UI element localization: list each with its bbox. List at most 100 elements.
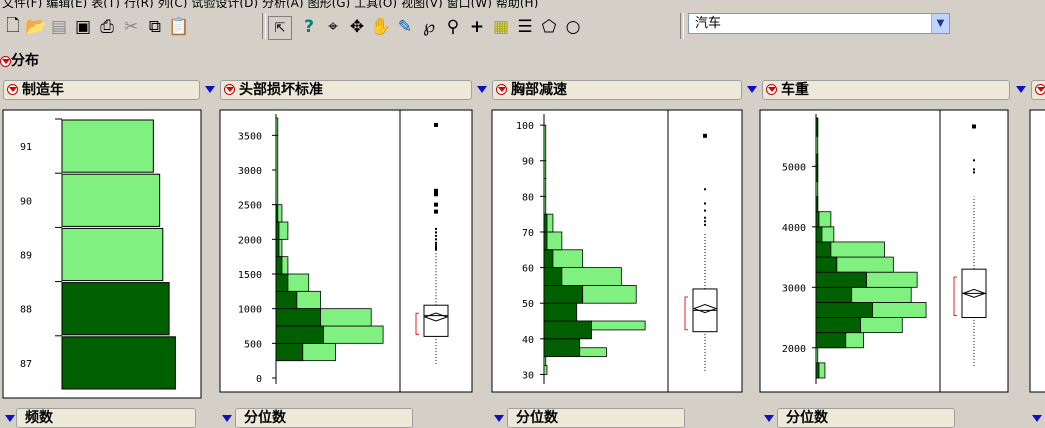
chest-decel-bar-light-1 <box>543 356 547 366</box>
chest-decel-bar-light-0 <box>543 365 548 375</box>
panel-footer-label: 频数 <box>25 410 53 426</box>
chest-decel-bar-light-13 <box>543 195 547 215</box>
weight-bar-light-1 <box>815 347 819 364</box>
head-injury-bar-dark-1 <box>275 325 324 344</box>
head-injury-tick-label: 0 <box>256 374 262 385</box>
chest-decel-tick-label: 50 <box>522 299 534 310</box>
weight-bar-dark-12 <box>815 153 819 167</box>
weight-tick-label: 4000 <box>782 223 806 234</box>
disclosure-icon[interactable] <box>1032 415 1042 422</box>
head-injury-outlier-3 <box>435 243 437 246</box>
weight-bar-dark-1 <box>815 332 847 349</box>
head-injury-tick-label: 500 <box>244 339 262 350</box>
head-injury-outlier-7 <box>435 231 437 234</box>
head-injury-bar-dark-6 <box>275 238 280 258</box>
chest-decel-outlier-4 <box>704 202 706 205</box>
weight-bar-dark-3 <box>815 302 873 318</box>
chest-decel-outlier-5 <box>704 188 706 191</box>
disclosure-icon[interactable] <box>494 415 504 422</box>
chest-decel-outlier-6 <box>703 133 707 138</box>
head-injury-outlier-13 <box>434 122 438 127</box>
weight-bar-dark-2 <box>815 317 862 334</box>
chest-decel-tick-label: 30 <box>522 370 534 381</box>
panel-footer-label: 分位数 <box>786 410 828 426</box>
head-injury-bar-dark-3 <box>275 290 298 310</box>
weight-bar-dark-5 <box>815 271 867 288</box>
chest-decel-bar-dark-4 <box>543 267 563 286</box>
head-injury-outlier-9 <box>434 209 438 214</box>
chest-decel-tick-label: 90 <box>522 157 534 168</box>
panel-footer-label: 分位数 <box>244 410 286 426</box>
chest-decel-bar-light-15 <box>543 160 547 179</box>
head-injury-tick-label: 2000 <box>238 235 262 246</box>
disclosure-icon[interactable] <box>764 415 774 422</box>
weight-bar-dark-13 <box>815 117 819 137</box>
head-injury-bar-light-10 <box>275 117 279 136</box>
weight-outlier-0 <box>973 171 975 174</box>
chest-decel-bar-dark-5 <box>543 249 554 268</box>
head-injury-tick-label: 1000 <box>238 305 262 316</box>
disclosure-icon[interactable] <box>222 415 232 422</box>
weight-tick-label: 3000 <box>782 283 806 294</box>
head-injury-bar-light-9 <box>275 134 279 206</box>
panel-footer-label: 分位数 <box>516 410 558 426</box>
chest-decel-tick-label: 40 <box>522 335 534 346</box>
tick-label-87: 87 <box>20 359 32 370</box>
bar-89 <box>61 227 164 282</box>
chest-decel-bar-dark-6 <box>543 231 548 251</box>
bar-91 <box>61 119 154 173</box>
weight-outlier-2 <box>973 159 975 162</box>
chest-decel-outlier-2 <box>704 216 706 219</box>
chest-decel-tick-label: 60 <box>522 264 534 275</box>
head-injury-tick-label: 2500 <box>238 201 262 212</box>
head-injury-bar-dark-4 <box>275 273 289 292</box>
tick-label-89: 89 <box>20 251 32 262</box>
weight-bar-dark-4 <box>815 286 853 303</box>
tick-label-88: 88 <box>20 305 32 316</box>
head-injury-tick-label: 3000 <box>238 166 262 177</box>
head-injury-outlier-11 <box>434 192 438 197</box>
disclosure-icon[interactable] <box>5 415 15 422</box>
head-injury-bar-dark-0 <box>275 342 304 362</box>
head-injury-tick-label: 1500 <box>238 270 262 281</box>
weight-bar-dark-6 <box>815 256 838 273</box>
chest-decel-bar-dark-0 <box>543 338 581 358</box>
chest-decel-bar-dark-3 <box>543 284 584 304</box>
weight-tick-label: 2000 <box>782 344 806 355</box>
panel-footer-2[interactable]: 分位数 <box>507 408 685 428</box>
chest-decel-outlier-3 <box>704 209 706 212</box>
chest-decel-bar-light-16 <box>543 124 547 162</box>
head-injury-outlier-2 <box>435 245 437 248</box>
bar-88 <box>61 282 170 336</box>
chest-decel-outlier-1 <box>704 220 706 223</box>
weight-bar-dark-10 <box>815 196 819 213</box>
chest-decel-bar-light-14 <box>543 178 547 197</box>
head-injury-bar-dark-5 <box>275 256 283 275</box>
tick-label-90: 90 <box>20 196 32 207</box>
weight-bar-dark-7 <box>815 241 832 258</box>
tick-label-91: 91 <box>20 142 32 153</box>
panel-footer-1[interactable]: 分位数 <box>235 408 413 428</box>
head-injury-bar-dark-8 <box>275 204 279 223</box>
weight-bar-dark-8 <box>815 226 823 243</box>
chest-decel-tick-label: 100 <box>516 121 534 132</box>
weight-outlier-1 <box>973 168 975 171</box>
head-injury-outlier-10 <box>434 202 438 207</box>
weight-bar-dark-0 <box>815 362 820 379</box>
chest-decel-bar-dark-1 <box>543 320 592 340</box>
chest-decel-outlier-0 <box>704 223 706 226</box>
panel-footer-0[interactable]: 频数 <box>16 408 196 428</box>
weight-outlier-4 <box>972 124 976 129</box>
head-injury-tick-label: 3500 <box>238 131 262 142</box>
chest-decel-bar-dark-7 <box>543 213 548 233</box>
weight-bar-dark-9 <box>815 211 820 228</box>
head-injury-bar-dark-7 <box>275 221 280 240</box>
weight-tick-label: 5000 <box>782 162 806 173</box>
distribution-plots: 91 90 89 88 87 0 500 1000 1500 2000 2500 3000 3500 30… <box>2 109 1045 399</box>
chest-decel-tick-label: 80 <box>522 192 534 203</box>
panel-footer-3[interactable]: 分位数 <box>777 408 955 428</box>
chest-decel-bar-dark-2 <box>543 302 578 322</box>
head-injury-outlier-6 <box>435 234 437 237</box>
head-injury-outlier-8 <box>435 227 437 230</box>
head-injury-bar-dark-2 <box>275 308 322 327</box>
